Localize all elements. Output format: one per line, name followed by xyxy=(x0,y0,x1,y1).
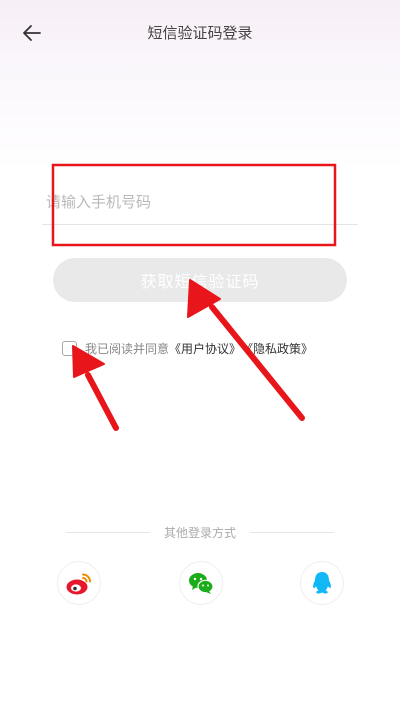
divider-line-left xyxy=(66,531,150,533)
header: 短信验证码登录 xyxy=(0,0,400,66)
other-login-divider: 其他登录方式 xyxy=(66,523,335,541)
get-code-button[interactable]: 获取短信验证码 xyxy=(53,258,347,302)
phone-input[interactable] xyxy=(42,182,358,222)
agreement-checkbox[interactable] xyxy=(62,340,77,356)
qq-icon xyxy=(313,572,331,594)
wechat-icon xyxy=(189,573,214,594)
qq-login-button[interactable] xyxy=(300,561,344,605)
agreement-text: 我已阅读并同意 xyxy=(85,341,170,356)
wechat-login-button[interactable] xyxy=(179,561,223,605)
weibo-login-button[interactable] xyxy=(57,561,101,605)
divider-line-right xyxy=(250,531,335,533)
weibo-icon xyxy=(66,573,91,595)
other-login-label: 其他登录方式 xyxy=(164,525,237,540)
phone-field xyxy=(42,182,358,225)
privacy-policy-link[interactable]: 《隐私政策》 xyxy=(241,340,313,357)
agreement-row: 我已阅读并同意 《用户协议》 《隐私政策》 xyxy=(62,339,313,357)
annotation-arrow-to-checkbox xyxy=(72,345,119,431)
page-title: 短信验证码登录 xyxy=(147,24,253,42)
user-agreement-link[interactable]: 《用户协议》 xyxy=(169,340,241,357)
